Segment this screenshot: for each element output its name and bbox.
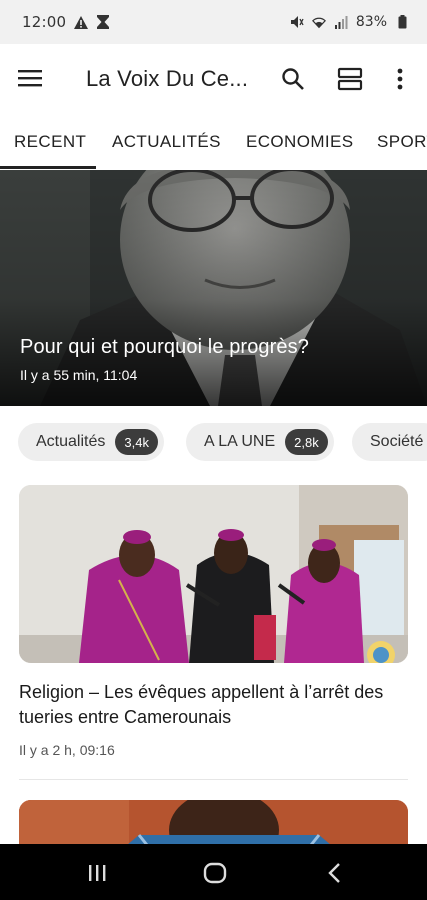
- hero-article[interactable]: Pour qui et pourquoi le progrès? Il y a …: [0, 170, 427, 406]
- status-bar: 12:00 83%: [0, 0, 427, 44]
- chip-actualites[interactable]: Actualités 3,4k: [18, 423, 164, 461]
- article-photo: [19, 485, 408, 663]
- system-nav-bar: [0, 844, 427, 900]
- tab-recent[interactable]: RECENT: [14, 132, 86, 152]
- chip-label: A LA UNE: [204, 433, 276, 450]
- recent-apps-icon[interactable]: [84, 860, 110, 886]
- back-icon[interactable]: [322, 860, 348, 886]
- signal-icon: [334, 15, 348, 29]
- chip-count: 2,8k: [285, 429, 328, 455]
- article-title[interactable]: Religion – Les évêques appellent à l’arr…: [19, 680, 414, 730]
- tab-economies[interactable]: ECONOMIES: [246, 132, 354, 152]
- wifi-icon: [311, 15, 326, 29]
- app-title: La Voix Du Ce...: [86, 66, 249, 91]
- battery-icon: [395, 15, 409, 29]
- tab-sport[interactable]: SPORT: [377, 132, 427, 152]
- chip-societe[interactable]: Société: [352, 423, 427, 461]
- chip-label: Actualités: [36, 433, 106, 450]
- layout-toggle-icon[interactable]: [337, 66, 365, 94]
- chip-count: 3,4k: [115, 429, 158, 455]
- chip-a-la-une[interactable]: A LA UNE 2,8k: [186, 423, 334, 461]
- menu-icon[interactable]: [18, 68, 46, 92]
- status-left: 12:00: [22, 13, 110, 31]
- status-time: 12:00: [22, 13, 67, 31]
- tab-actualites[interactable]: ACTUALITÉS: [112, 132, 221, 152]
- article-meta: Il y a 2 h, 09:16: [19, 742, 115, 758]
- mute-icon: [290, 15, 304, 29]
- app-bar: La Voix Du Ce...: [0, 44, 427, 116]
- tab-active-indicator: [0, 166, 96, 169]
- battery-level: 83%: [355, 14, 387, 30]
- chip-label: Société: [370, 433, 424, 450]
- search-icon[interactable]: [281, 67, 307, 93]
- hero-title[interactable]: Pour qui et pourquoi le progrès?: [20, 336, 309, 359]
- article-image[interactable]: [19, 485, 408, 663]
- status-right: 83%: [290, 14, 409, 30]
- warning-icon: [74, 15, 89, 29]
- more-vert-icon[interactable]: [390, 66, 410, 94]
- hero-meta: Il y a 55 min, 11:04: [20, 367, 138, 383]
- hourglass-icon: [96, 15, 110, 29]
- home-icon[interactable]: [202, 860, 228, 886]
- article-divider: [19, 779, 408, 780]
- category-chips: Actualités 3,4k A LA UNE 2,8k Société: [0, 423, 427, 463]
- category-tabs: RECENT ACTUALITÉS ECONOMIES SPORT: [0, 116, 427, 170]
